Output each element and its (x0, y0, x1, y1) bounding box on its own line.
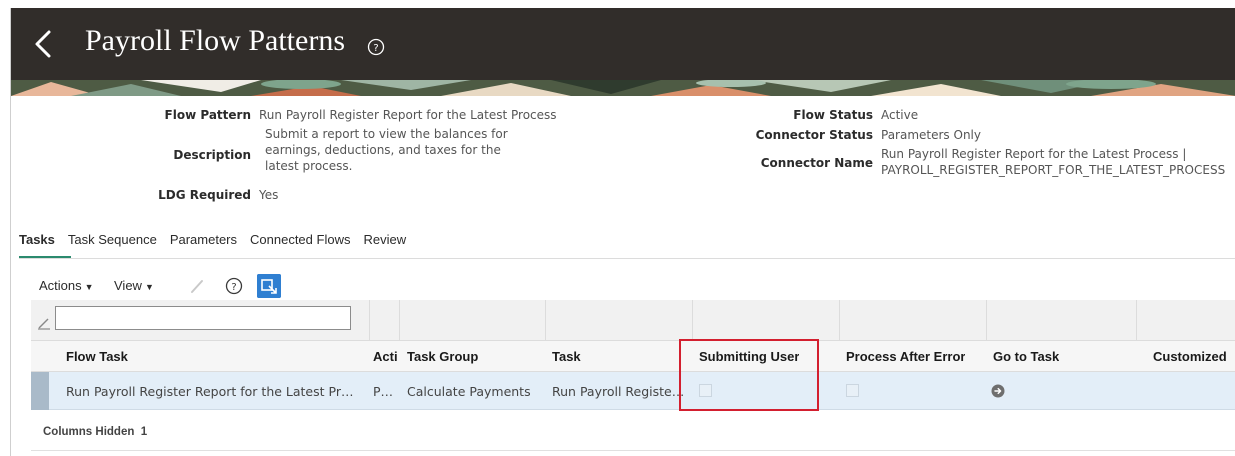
question-circle-icon[interactable]: ? (367, 38, 385, 56)
tab-task-sequence[interactable]: Task Sequence (68, 232, 157, 253)
columns-hidden-label: Columns Hidden (43, 426, 135, 438)
columns-hidden-status: Columns Hidden 1 (43, 426, 147, 438)
query-by-example-row (31, 300, 1235, 340)
column-divider (545, 300, 546, 340)
view-menu[interactable]: View ▼ (114, 278, 154, 293)
page-title: Payroll Flow Patterns (85, 24, 345, 57)
connector-name-label: Connector Name (760, 156, 873, 170)
caret-down-icon: ▼ (84, 282, 94, 292)
connector-status-value: Parameters Only (881, 128, 981, 142)
tab-connected-flows[interactable]: Connected Flows (250, 232, 350, 253)
description-value: Submit a report to view the balances for… (265, 127, 508, 173)
pencil-icon[interactable] (189, 278, 205, 294)
flow-details: Flow Pattern Run Payroll Register Report… (11, 104, 1235, 224)
ldg-required-value: Yes (259, 188, 279, 202)
connector-name-value: Run Payroll Register Report for the Late… (881, 147, 1226, 177)
column-header-go-to-task[interactable]: Go to Task (993, 349, 1059, 364)
row-selector[interactable] (31, 372, 49, 410)
column-divider (839, 300, 840, 340)
column-divider (369, 300, 370, 340)
chevron-left-icon[interactable] (31, 26, 57, 62)
app-frame: Payroll Flow Patterns ? Flow Pattern Run… (10, 8, 1235, 456)
actions-label: Actions (39, 278, 82, 293)
detach-table-icon[interactable] (257, 274, 281, 298)
tabs-divider (19, 258, 1235, 259)
page-header: Payroll Flow Patterns ? (11, 8, 1235, 80)
tab-review[interactable]: Review (363, 232, 406, 253)
flow-status-value: Active (881, 108, 919, 122)
table-footer-divider (31, 450, 1235, 451)
tab-tasks[interactable]: Tasks (19, 232, 55, 253)
submitting-user-checkbox[interactable] (699, 384, 712, 397)
decorative-banner (11, 80, 1235, 96)
flow-pattern-label: Flow Pattern (164, 108, 251, 122)
tasks-table: Flow Task Acti Task Group Task Submittin… (31, 300, 1235, 410)
column-header-action[interactable]: Acti (373, 349, 399, 364)
column-divider (399, 300, 400, 340)
cell-task-group: Calculate Payments (407, 384, 531, 399)
arrow-circle-right-icon[interactable] (991, 384, 1005, 398)
description-label: Description (173, 148, 251, 162)
table-header-row: Flow Task Acti Task Group Task Submittin… (31, 340, 1235, 372)
cell-action: P… (373, 384, 394, 399)
column-divider (1136, 300, 1137, 340)
column-header-submitting-user[interactable]: Submitting User (699, 349, 799, 364)
view-label: View (114, 278, 142, 293)
tab-bar: Tasks Task Sequence Parameters Connected Fl… (19, 232, 419, 258)
column-header-flow-task[interactable]: Flow Task (66, 349, 128, 364)
ldg-required-label: LDG Required (158, 188, 251, 202)
flow-pattern-value: Run Payroll Register Report for the Late… (259, 108, 557, 122)
column-divider (692, 300, 693, 340)
banner-pattern-icon (11, 80, 1235, 96)
svg-text:?: ? (231, 282, 236, 293)
svg-text:?: ? (373, 43, 378, 54)
actions-menu[interactable]: Actions ▼ (39, 278, 94, 293)
column-header-process-after-error[interactable]: Process After Error (846, 349, 965, 364)
column-header-task[interactable]: Task (552, 349, 581, 364)
column-divider (986, 300, 987, 340)
table-row[interactable]: Run Payroll Register Report for the Late… (31, 372, 1235, 410)
question-circle-icon[interactable]: ? (225, 277, 243, 295)
flow-status-label: Flow Status (793, 108, 873, 122)
flow-task-filter-input[interactable] (55, 306, 351, 330)
process-after-error-checkbox[interactable] (846, 384, 859, 397)
column-header-customized[interactable]: Customized (1153, 349, 1227, 364)
connector-status-label: Connector Status (755, 128, 873, 142)
columns-hidden-count: 1 (140, 426, 148, 438)
cell-flow-task: Run Payroll Register Report for the Late… (66, 384, 354, 399)
column-header-task-group[interactable]: Task Group (407, 349, 478, 364)
caret-down-icon: ▼ (144, 282, 154, 292)
clear-filter-icon[interactable] (37, 316, 51, 330)
cell-task: Run Payroll Registe… (552, 384, 685, 399)
tab-parameters[interactable]: Parameters (170, 232, 237, 253)
